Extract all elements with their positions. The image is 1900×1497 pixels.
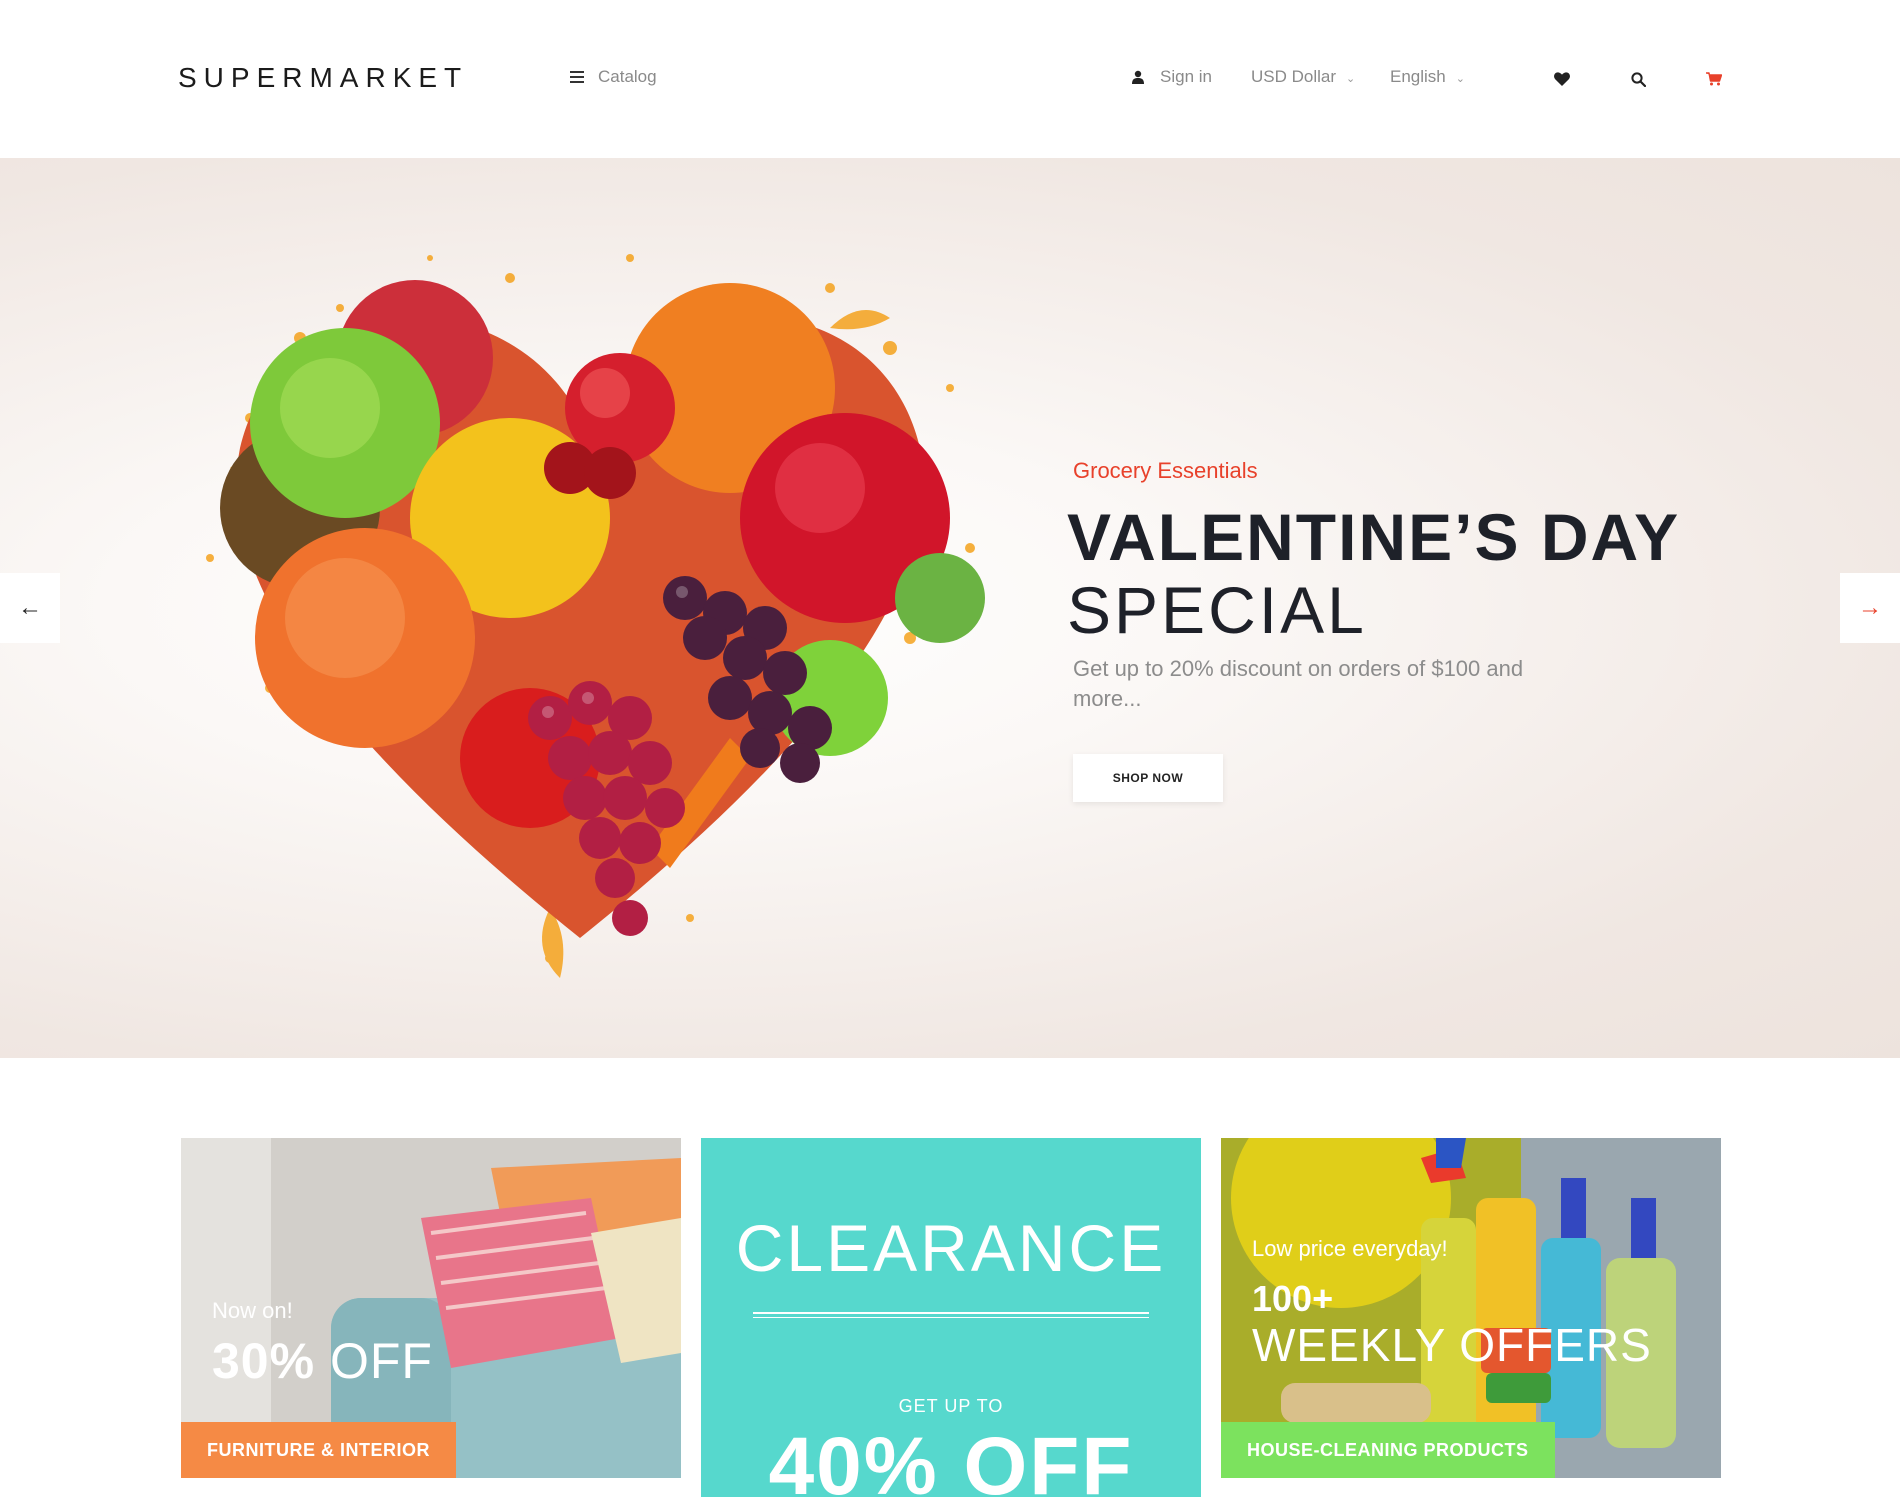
slider-prev-button[interactable]: ← bbox=[0, 573, 60, 643]
clearance-divider bbox=[753, 1312, 1149, 1318]
language-value: English bbox=[1390, 67, 1446, 86]
cleaning-banner-eyebrow: Low price everyday! bbox=[1252, 1236, 1448, 1261]
clearance-eyebrow: GET UP TO bbox=[898, 1396, 1004, 1416]
catalog-menu[interactable]: Catalog bbox=[570, 67, 657, 87]
site-header: SUPERMARKET Catalog Sign in USD Dollar ⌄… bbox=[0, 0, 1900, 158]
furniture-discount-value: 30% bbox=[212, 1333, 316, 1389]
hero-slider: Grocery Essentials VALENTINE’S DAY SPECI… bbox=[0, 158, 1900, 1058]
language-select[interactable]: English ⌄ bbox=[1390, 67, 1465, 87]
clearance-title: CLEARANCE bbox=[735, 1211, 1167, 1285]
slider-next-button[interactable]: → bbox=[1840, 573, 1900, 643]
fruit-heart-image bbox=[206, 254, 985, 978]
hero-eyebrow: Grocery Essentials bbox=[1073, 458, 1258, 483]
furniture-category-tag[interactable]: FURNITURE & INTERIOR bbox=[181, 1422, 456, 1478]
hero-title-line1: VALENTINE’S DAY bbox=[1067, 500, 1681, 574]
currency-value: USD Dollar bbox=[1251, 67, 1337, 86]
cleaning-banner[interactable]: Low price everyday! 100+ WEEKLY OFFERS H… bbox=[1221, 1138, 1721, 1478]
sign-in-label: Sign in bbox=[1160, 67, 1212, 86]
sign-in-link[interactable]: Sign in bbox=[1132, 67, 1212, 87]
furniture-discount-off: OFF bbox=[329, 1333, 433, 1389]
site-logo[interactable]: SUPERMARKET bbox=[178, 62, 468, 94]
wishlist-button[interactable] bbox=[1551, 68, 1573, 90]
chevron-down-icon: ⌄ bbox=[1346, 72, 1356, 85]
cleaning-banner-count: 100+ bbox=[1252, 1278, 1334, 1319]
cleaning-banner-title: WEEKLY OFFERS bbox=[1252, 1319, 1652, 1371]
hero-subtitle: Get up to 20% discount on orders of $100… bbox=[1073, 656, 1524, 711]
hero-title-line2: SPECIAL bbox=[1067, 573, 1367, 647]
user-icon bbox=[1132, 70, 1144, 84]
arrow-left-icon: ← bbox=[18, 594, 42, 621]
heart-icon bbox=[1554, 72, 1570, 86]
furniture-banner-discount: 30% OFF bbox=[212, 1332, 433, 1390]
catalog-label: Catalog bbox=[598, 67, 657, 86]
furniture-banner[interactable]: Now on! 30% OFF FURNITURE & INTERIOR bbox=[181, 1138, 681, 1478]
clearance-banner[interactable]: CLEARANCE GET UP TO 40% OFF bbox=[701, 1138, 1201, 1497]
cart-icon bbox=[1706, 72, 1722, 86]
shop-now-button[interactable]: SHOP NOW bbox=[1073, 754, 1223, 802]
arrow-right-icon: → bbox=[1858, 594, 1882, 621]
cleaning-category-tag[interactable]: HOUSE-CLEANING PRODUCTS bbox=[1221, 1422, 1555, 1478]
chevron-down-icon: ⌄ bbox=[1455, 72, 1465, 85]
search-button[interactable] bbox=[1627, 68, 1649, 90]
currency-select[interactable]: USD Dollar ⌄ bbox=[1251, 67, 1355, 87]
hero-caption: Grocery Essentials VALENTINE’S DAY SPECI… bbox=[1067, 458, 1747, 802]
menu-icon bbox=[570, 71, 584, 83]
search-icon bbox=[1630, 71, 1646, 87]
clearance-discount: 40% OFF bbox=[768, 1421, 1134, 1497]
furniture-banner-eyebrow: Now on! bbox=[212, 1298, 293, 1323]
cart-button[interactable] bbox=[1703, 68, 1725, 90]
